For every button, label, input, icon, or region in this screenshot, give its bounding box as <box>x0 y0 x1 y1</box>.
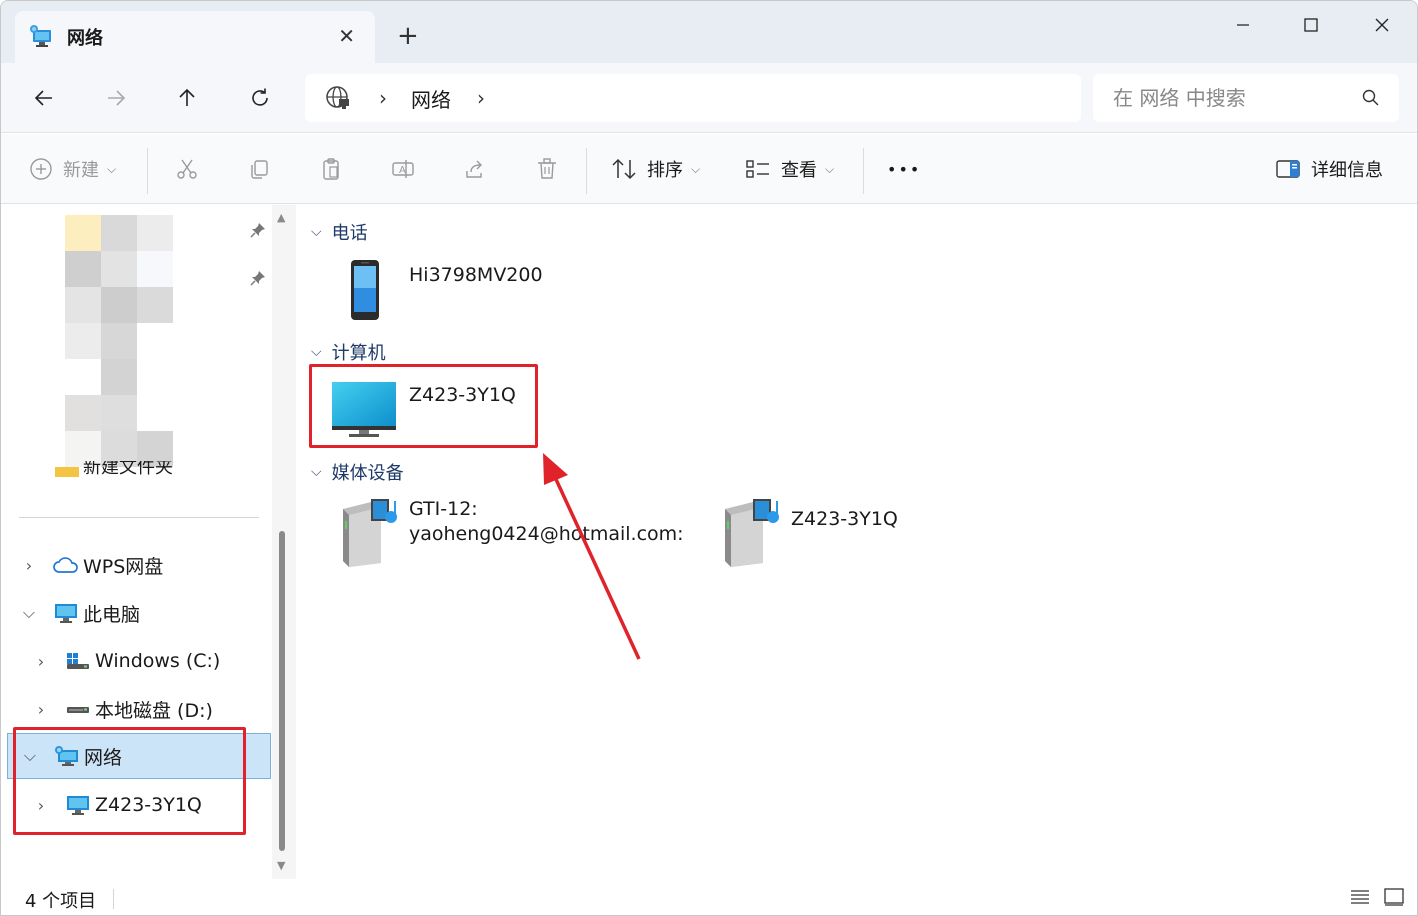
file-explorer-window: 网络 ✕ + › 网络 › 在 网络 中搜索 新建 ⌵ A 排序 ⌵ 查看 ⌵ … <box>0 0 1418 916</box>
status-bar: 4 个项目 <box>1 879 1417 915</box>
item-count: 4 个项目 <box>25 891 97 912</box>
annotation-arrow <box>543 453 641 660</box>
large-icons-view-icon[interactable] <box>1383 887 1405 907</box>
status-divider <box>113 889 114 909</box>
details-view-icon[interactable] <box>1349 887 1371 907</box>
